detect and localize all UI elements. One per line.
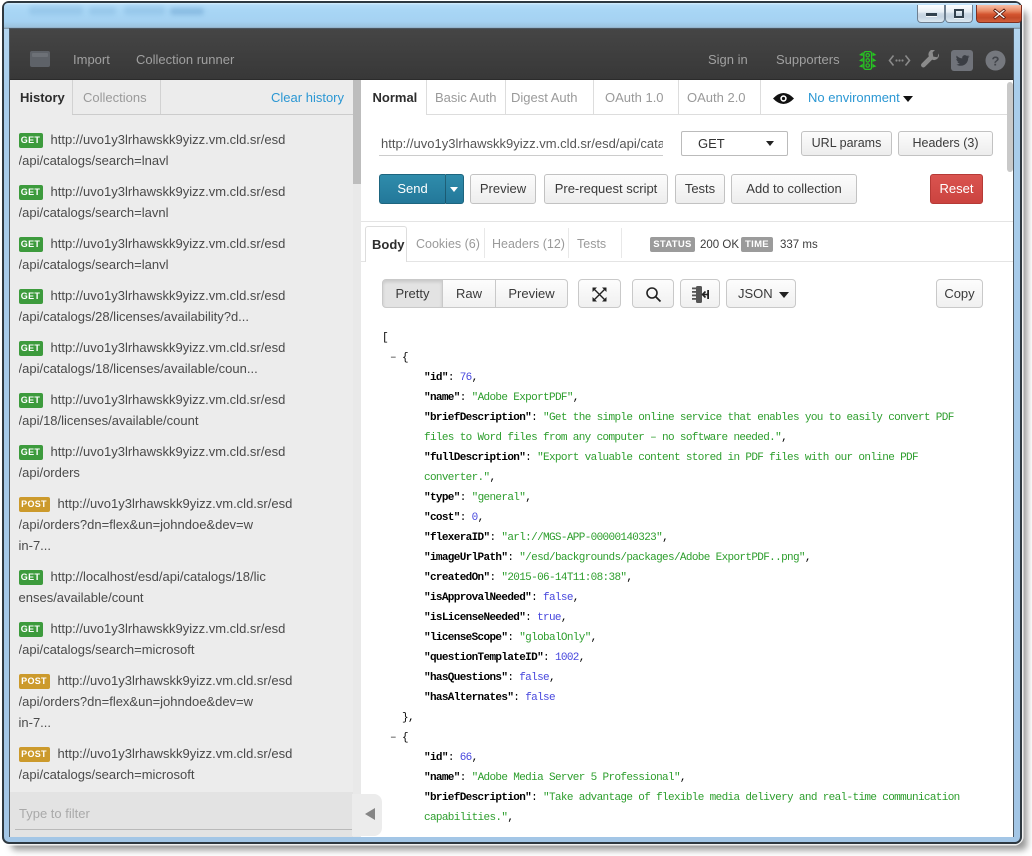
svg-text:?: ? <box>992 54 1000 69</box>
